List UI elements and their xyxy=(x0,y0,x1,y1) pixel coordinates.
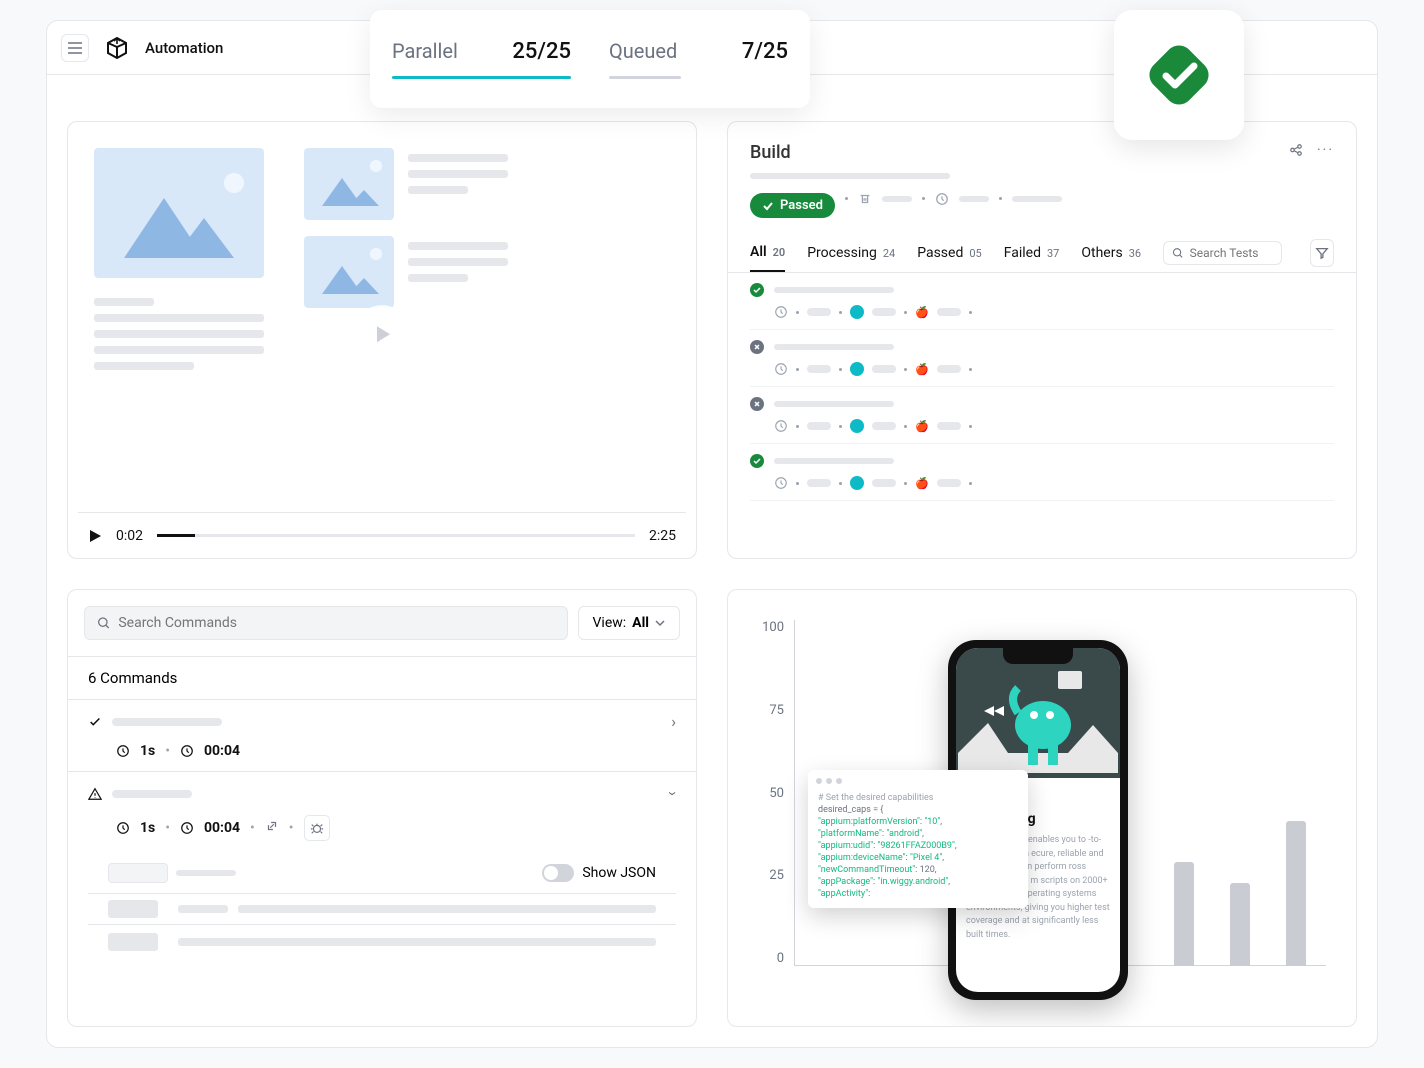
test-row[interactable]: 🍎 xyxy=(750,273,1334,330)
chart-bar xyxy=(1286,821,1306,966)
link-icon[interactable] xyxy=(265,819,279,837)
apple-icon: 🍎 xyxy=(915,477,929,490)
hamburger-menu[interactable] xyxy=(61,34,89,62)
video-scrubber[interactable] xyxy=(157,534,635,537)
play-button[interactable] xyxy=(353,305,411,363)
chevron-down-icon: › xyxy=(664,791,683,796)
search-tests-input[interactable] xyxy=(1190,246,1274,260)
clock-icon xyxy=(180,821,194,835)
fail-icon xyxy=(750,340,764,354)
commands-count: 6 Commands xyxy=(68,656,696,700)
test-row[interactable]: 🍎 xyxy=(750,330,1334,387)
test-row[interactable]: 🍎 xyxy=(750,444,1334,501)
cmd-duration: 1s xyxy=(140,743,155,759)
clock-icon xyxy=(180,744,194,758)
bug-icon[interactable] xyxy=(304,815,330,841)
clock-icon xyxy=(774,305,788,319)
status-badge: Passed xyxy=(750,193,835,218)
test-row[interactable]: 🍎 xyxy=(750,387,1334,444)
browser-icon xyxy=(850,362,864,376)
json-toggle[interactable] xyxy=(542,864,574,882)
preview-panel: 0:02 2:25 xyxy=(67,121,697,559)
share-icon[interactable] xyxy=(1289,142,1303,161)
apple-icon: 🍎 xyxy=(915,420,929,433)
play-icon[interactable] xyxy=(88,529,102,543)
stat-queued-label: Queued xyxy=(609,39,677,63)
search-tests[interactable] xyxy=(1163,241,1282,265)
view-dropdown[interactable]: View: All xyxy=(578,606,680,640)
more-icon[interactable]: ··· xyxy=(1317,142,1334,161)
check-icon xyxy=(88,715,102,729)
filter-icon xyxy=(1315,246,1329,260)
clock-icon xyxy=(774,419,788,433)
build-title: Build xyxy=(750,142,1334,163)
stat-parallel-value: 25/25 xyxy=(512,39,571,64)
tab-others[interactable]: Others36 xyxy=(1081,235,1141,271)
tab-failed[interactable]: Failed37 xyxy=(1004,235,1060,271)
cmd-duration: 1s xyxy=(140,820,155,836)
stats-card: Parallel 25/25 Queued 7/25 xyxy=(370,10,810,108)
apple-icon: 🍎 xyxy=(915,306,929,319)
chart-panel: 1007550250 xyxy=(727,589,1357,1027)
success-badge xyxy=(1114,10,1244,140)
code-snippet: # Set the desired capabilitiesdesired_ca… xyxy=(808,770,1028,908)
commands-search-input[interactable] xyxy=(118,615,554,631)
browser-icon xyxy=(850,305,864,319)
tab-all[interactable]: All20 xyxy=(750,234,785,272)
page-title: Automation xyxy=(145,39,223,57)
cmd-timestamp: 00:04 xyxy=(204,743,240,759)
cmd-timestamp: 00:04 xyxy=(204,820,240,836)
command-row[interactable]: › 1s • 00:04 • • xyxy=(68,772,696,969)
pass-icon xyxy=(750,454,764,468)
chevron-right-icon: › xyxy=(671,712,676,731)
stat-parallel-label: Parallel xyxy=(392,39,458,63)
stat-queued-value: 7/25 xyxy=(742,39,788,64)
search-icon xyxy=(1172,246,1184,260)
browser-icon xyxy=(850,476,864,490)
brand-logo xyxy=(103,34,131,62)
command-row[interactable]: › 1s • 00:04 xyxy=(68,700,696,772)
search-icon xyxy=(97,616,110,630)
chart-bar xyxy=(1174,862,1194,966)
fail-icon xyxy=(750,397,764,411)
filter-button[interactable] xyxy=(1310,239,1334,267)
clock-icon xyxy=(116,821,130,835)
commands-search[interactable] xyxy=(84,606,568,640)
commands-panel: View: All 6 Commands › 1s • 00:04 xyxy=(67,589,697,1027)
clock-icon xyxy=(774,476,788,490)
clock-icon xyxy=(116,744,130,758)
video-current-time: 0:02 xyxy=(116,528,143,544)
chart-bar xyxy=(1230,883,1250,966)
tab-passed[interactable]: Passed05 xyxy=(917,235,982,271)
tab-processing[interactable]: Processing24 xyxy=(807,235,895,271)
build-panel: Build ··· Passed xyxy=(727,121,1357,559)
warning-icon xyxy=(88,787,102,801)
pass-icon xyxy=(750,283,764,297)
clock-icon xyxy=(774,362,788,376)
chevron-down-icon xyxy=(655,618,665,628)
video-duration: 2:25 xyxy=(649,528,676,544)
json-toggle-label: Show JSON xyxy=(582,865,656,881)
browser-icon xyxy=(850,419,864,433)
apple-icon: 🍎 xyxy=(915,363,929,376)
build-tabs: All20 Processing24 Passed05 Failed37 Oth… xyxy=(728,234,1356,273)
